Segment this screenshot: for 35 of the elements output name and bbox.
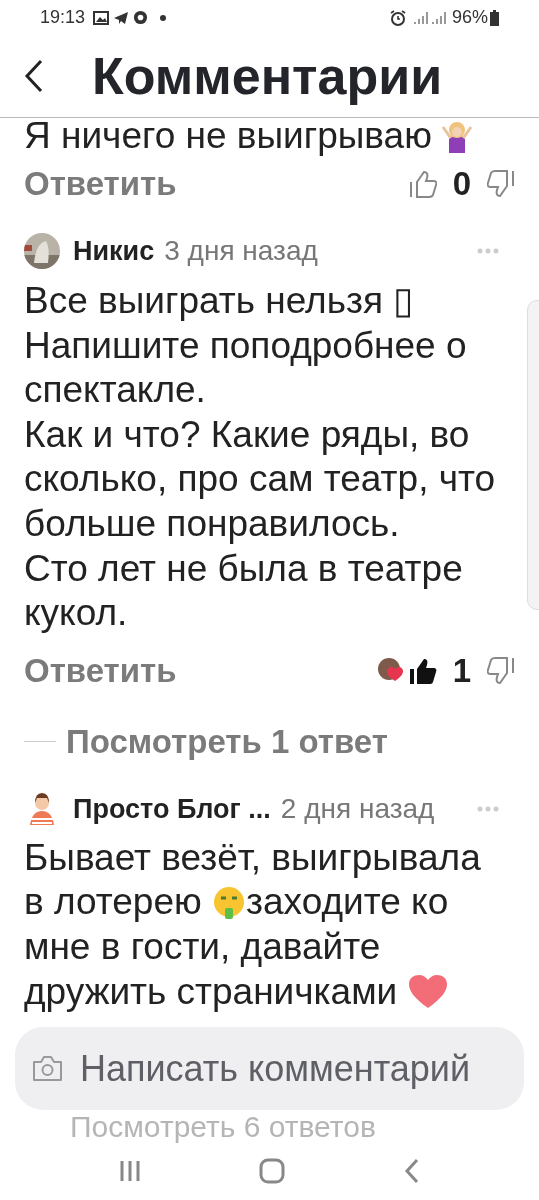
battery-icon [490, 9, 499, 26]
thumbs-up-icon[interactable] [408, 170, 437, 198]
home-icon[interactable] [259, 1158, 286, 1184]
image-icon [93, 10, 110, 25]
comment-text: Бывает везёт, выигрывала в лотерею заходите ко мне в гости, давайте дружить страничками [23, 835, 482, 1014]
heart-icon [407, 973, 448, 1010]
like-count: 1 [452, 651, 471, 691]
comment-text: Я ничего не выигрываю [24, 118, 432, 154]
camera-icon [31, 1054, 64, 1083]
dot-icon [160, 14, 167, 21]
avatar[interactable] [24, 233, 60, 269]
reply-button[interactable]: Ответить [24, 646, 177, 696]
author-name[interactable]: Никис [73, 230, 155, 272]
money-face-icon [212, 886, 246, 921]
comment-time: 3 дня назад [164, 234, 318, 268]
like-count: 0 [452, 164, 471, 205]
signal-icon [413, 10, 448, 25]
thumbs-down-icon[interactable] [487, 170, 515, 198]
paper-plane-icon [113, 10, 130, 25]
thumbs-up-icon[interactable] [408, 656, 437, 685]
shrugging-person-icon [439, 119, 474, 153]
recent-apps-icon[interactable] [119, 1159, 142, 1183]
thumbs-down-icon[interactable] [487, 656, 515, 685]
comment-time: 2 дня назад [280, 791, 435, 826]
alarm-icon [389, 9, 406, 26]
view-replies-link[interactable]: Посмотреть 1 ответ [66, 717, 388, 767]
comment-bar[interactable]: Написать комментарий [15, 1027, 524, 1110]
browser-icon [133, 10, 149, 25]
status-time: 19:13 [40, 6, 86, 29]
author-name[interactable]: Просто Блог ... [73, 788, 271, 829]
battery-percent: 96% [451, 6, 488, 29]
comment-input[interactable]: Написать комментарий [80, 1041, 500, 1096]
back-icon[interactable] [403, 1158, 420, 1184]
comment-text: Все выиграть нельзя ▯ Напишите поподробнее о спектакле. Как и что? Какие ряды, во сколько, про сам театр, что больше понравилось. Сто лет не была в театре кукол. [23, 279, 497, 636]
reply-button[interactable]: Ответить [24, 159, 177, 209]
